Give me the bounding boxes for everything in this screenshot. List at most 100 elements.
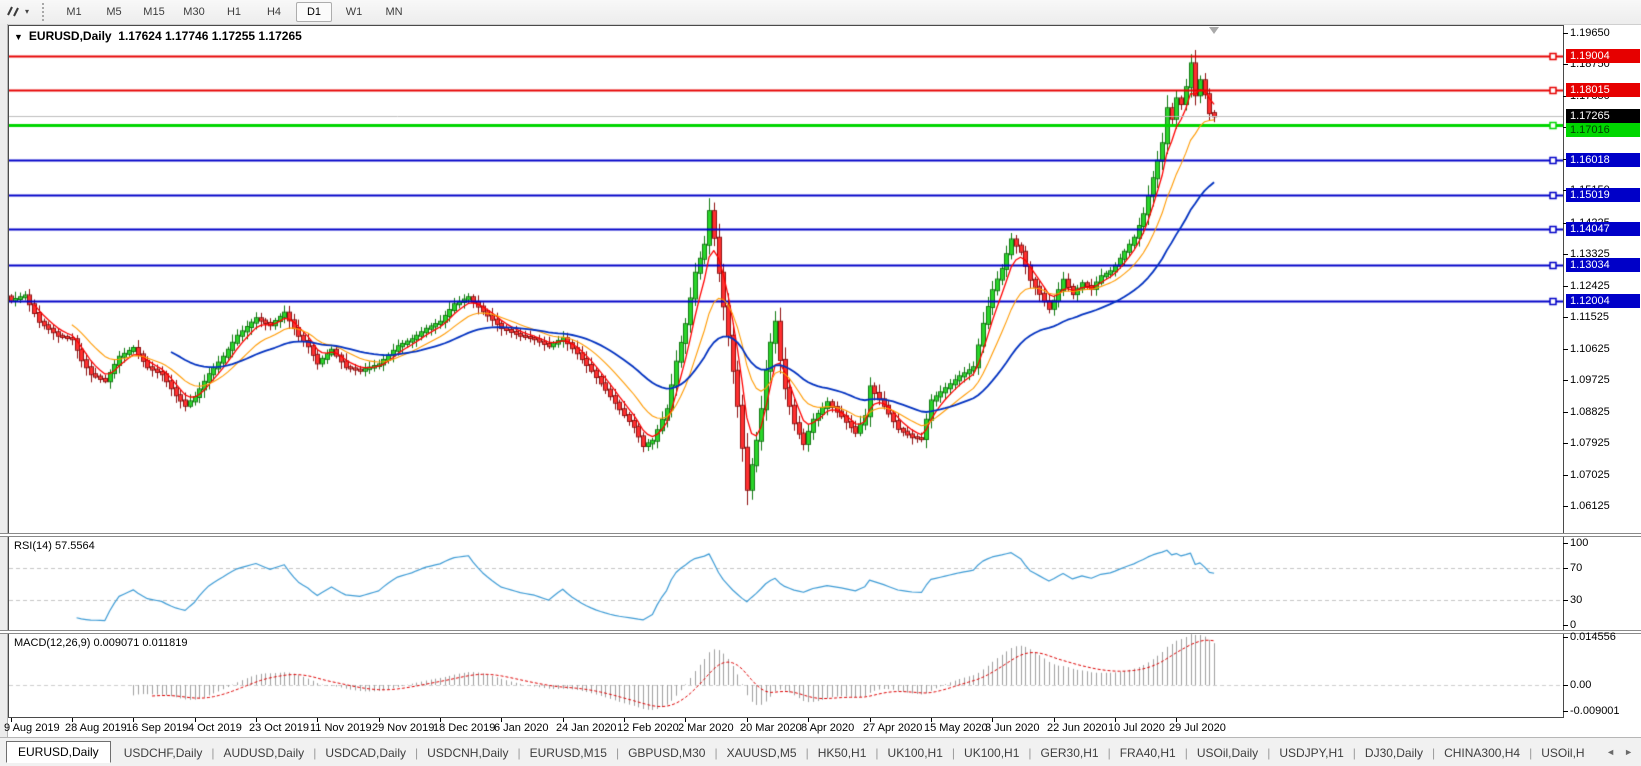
timeframe-button-m15[interactable]: M15 (136, 2, 172, 22)
chart-tools-icon[interactable]: ▾ (5, 3, 35, 21)
price-tick-label: 1.09725 (1570, 374, 1610, 386)
macd-tick (1563, 685, 1568, 686)
rsi-tick-label: 100 (1570, 537, 1589, 549)
price-tick-label: 1.10625 (1570, 343, 1610, 355)
timeframe-button-m1[interactable]: M1 (56, 2, 92, 22)
date-label: 4 Oct 2019 (188, 722, 242, 734)
tabs-scroll-left-icon[interactable]: ◄ (1606, 747, 1615, 757)
rsi-tick-label: 70 (1570, 562, 1583, 574)
macd-panel-canvas[interactable] (9, 634, 1563, 717)
toolbar-grip[interactable] (42, 3, 47, 21)
price-tick (1563, 475, 1568, 476)
date-label: 12 Feb 2020 (617, 722, 679, 734)
date-label: 23 Oct 2019 (249, 722, 309, 734)
price-tick-label: 1.19650 (1570, 27, 1610, 39)
chart-tab-eurusd-m15[interactable]: EURUSD,M15 (521, 746, 616, 760)
macd-tick-label: -0.009001 (1570, 705, 1620, 717)
price-tick (1563, 443, 1568, 444)
chart-title-ohlc: 1.17624 1.17746 1.17255 1.17265 (118, 29, 302, 43)
current-price-tag: 1.17265 (1566, 109, 1640, 123)
date-label: 8 Apr 2020 (801, 722, 855, 734)
macd-tick-label: 0.00 (1570, 679, 1592, 691)
chart-shift-marker-icon[interactable] (1209, 27, 1219, 34)
chart-tab-usoil-h[interactable]: USOil,H (1532, 746, 1593, 760)
price-chart-canvas[interactable] (9, 26, 1563, 533)
price-tick-label: 1.12425 (1570, 280, 1610, 292)
chart-tab-uk100-h1[interactable]: UK100,H1 (879, 746, 952, 760)
chart-tab-eurusd-daily[interactable]: EURUSD,Daily (6, 740, 111, 763)
timeframe-button-d1[interactable]: D1 (296, 2, 332, 22)
timeframe-button-mn[interactable]: MN (376, 2, 412, 22)
level-price-tag: 1.15019 (1566, 188, 1640, 202)
timeframe-button-w1[interactable]: W1 (336, 2, 372, 22)
price-tick-label: 1.08825 (1570, 406, 1610, 418)
level-price-tag: 1.19004 (1566, 49, 1640, 63)
timeframe-button-h4[interactable]: H4 (256, 2, 292, 22)
chart-tabs: EURUSD,Daily USDCHF,Daily | AUDUSD,Daily | US… (6, 738, 1594, 766)
price-tick (1563, 317, 1568, 318)
date-label: 15 May 2020 (924, 722, 988, 734)
date-label: 18 Dec 2019 (433, 722, 496, 734)
timeframe-button-m30[interactable]: M30 (176, 2, 212, 22)
rsi-tick-label: 30 (1570, 594, 1583, 606)
chart-tab-dj30-daily[interactable]: DJ30,Daily (1356, 746, 1432, 760)
chart-bottom-border (8, 717, 1564, 718)
date-label: 9 Aug 2019 (4, 722, 60, 734)
rsi-tick (1563, 625, 1568, 626)
macd-indicator-label: MACD(12,26,9) 0.009071 0.011819 (14, 637, 188, 649)
chart-tab-hk50-h1[interactable]: HK50,H1 (809, 746, 876, 760)
date-label: 24 Jan 2020 (556, 722, 617, 734)
price-tick (1563, 349, 1568, 350)
date-label: 29 Jul 2020 (1169, 722, 1226, 734)
chart-tab-ger30-h1[interactable]: GER30,H1 (1032, 746, 1108, 760)
chart-tab-usoil-daily[interactable]: USOil,Daily (1188, 746, 1267, 760)
chart-tabs-bar: EURUSD,Daily USDCHF,Daily | AUDUSD,Daily | US… (0, 737, 1641, 766)
chart-title-symbol: EURUSD,Daily (28, 29, 112, 43)
chart-tab-fra40-h1[interactable]: FRA40,H1 (1111, 746, 1185, 760)
date-label: 6 Jan 2020 (494, 722, 549, 734)
chart-tab-usdcad-daily[interactable]: USDCAD,Daily (316, 746, 415, 760)
chart-tab-usdchf-daily[interactable]: USDCHF,Daily (115, 746, 212, 760)
toolbar: ▾ M1 M5 M15 M30 H1 H4 D1 W1 MN (0, 0, 1641, 25)
rsi-tick (1563, 568, 1568, 569)
level-price-tag: 1.13034 (1566, 258, 1640, 272)
macd-tick (1563, 711, 1568, 712)
chart-tab-xauusd-m5[interactable]: XAUUSD,M5 (718, 746, 806, 760)
mt4-window: ▾ M1 M5 M15 M30 H1 H4 D1 W1 MN ▼ EURUSD,Daily 1.1… (0, 0, 1641, 766)
level-price-tag: 1.16018 (1566, 153, 1640, 167)
oneclick-trading-arrow-icon[interactable]: ▼ (14, 32, 23, 42)
price-tick-label: 1.11525 (1570, 311, 1609, 323)
chart-tab-usdjpy-h1[interactable]: USDJPY,H1 (1270, 746, 1352, 760)
date-label: 28 Aug 2019 (65, 722, 127, 734)
date-label: 27 Apr 2020 (863, 722, 923, 734)
chart-tab-uk100-h1[interactable]: UK100,H1 (955, 746, 1028, 760)
date-label: 29 Nov 2019 (372, 722, 435, 734)
price-tick (1563, 286, 1568, 287)
chart-tab-usdcnh-daily[interactable]: USDCNH,Daily (418, 746, 517, 760)
rsi-panel-canvas[interactable] (9, 537, 1563, 630)
macd-tick (1563, 637, 1568, 638)
chart-tab-china300-h4[interactable]: CHINA300,H4 (1435, 746, 1529, 760)
price-tick-label: 1.07025 (1570, 469, 1610, 481)
date-label: 20 Mar 2020 (740, 722, 802, 734)
tabs-scroll-right-icon[interactable]: ► (1624, 747, 1633, 757)
timeframe-button-m5[interactable]: M5 (96, 2, 132, 22)
timeframe-toolbar: M1 M5 M15 M30 H1 H4 D1 W1 MN (56, 2, 412, 22)
level-price-tag: 1.14047 (1566, 222, 1640, 236)
date-label: 2 Mar 2020 (678, 722, 734, 734)
price-tick (1563, 64, 1568, 65)
rsi-indicator-label: RSI(14) 57.5564 (14, 540, 95, 552)
chart-tab-audusd-daily[interactable]: AUDUSD,Daily (215, 746, 314, 760)
level-price-tag: 1.12004 (1566, 294, 1640, 308)
price-tick (1563, 33, 1568, 34)
dropdown-caret-icon[interactable]: ▾ (25, 7, 29, 16)
timeframe-button-h1[interactable]: H1 (216, 2, 252, 22)
price-axis-border (1563, 25, 1564, 718)
date-label: 10 Jul 2020 (1108, 722, 1165, 734)
chart-title: ▼ EURUSD,Daily 1.17624 1.17746 1.17255 1.… (14, 29, 302, 43)
macd-tick-label: 0.014556 (1570, 631, 1616, 643)
chart-tab-gbpusd-m30[interactable]: GBPUSD,M30 (619, 746, 714, 760)
price-tick (1563, 506, 1568, 507)
date-label: 16 Sep 2019 (126, 722, 189, 734)
price-tick (1563, 412, 1568, 413)
